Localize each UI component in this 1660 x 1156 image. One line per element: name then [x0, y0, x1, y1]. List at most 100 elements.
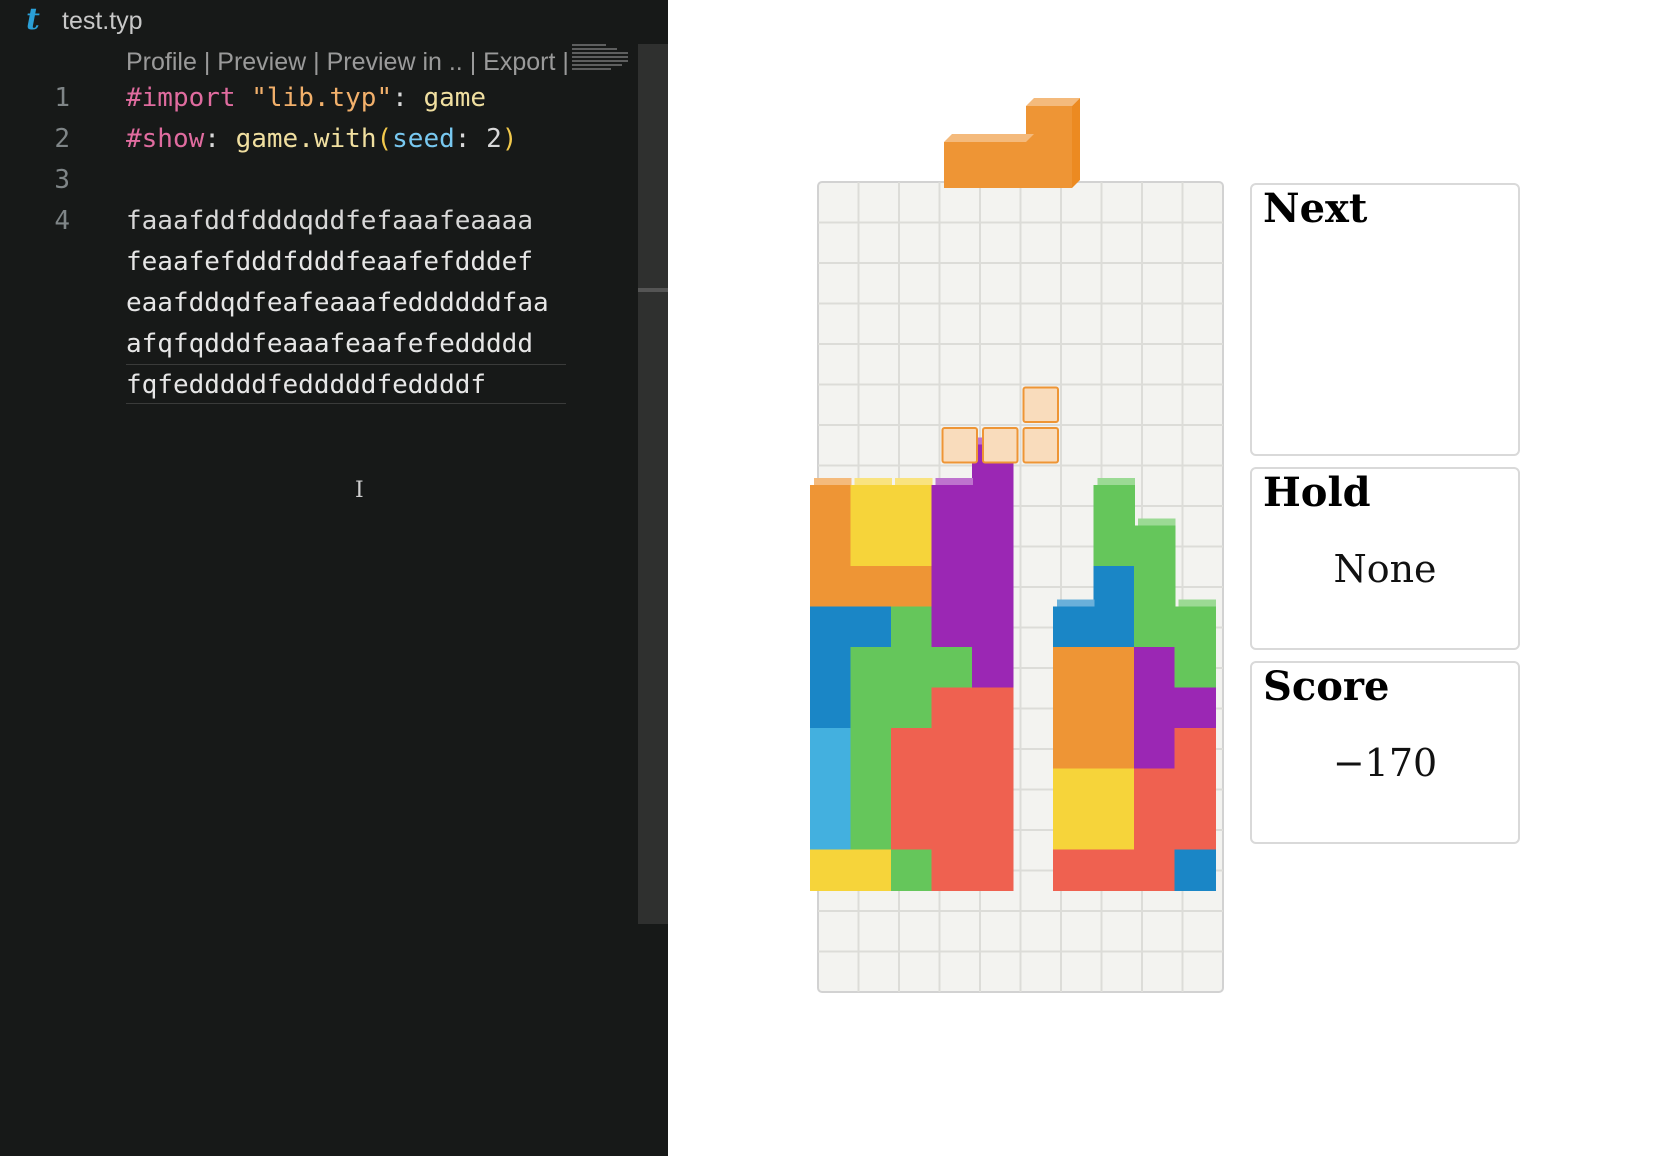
- scrollbar-thumb[interactable]: [638, 288, 668, 292]
- minimap[interactable]: [572, 42, 628, 78]
- codelens-separator: |: [306, 48, 327, 76]
- editor-scrollbar[interactable]: [638, 44, 668, 924]
- block-T: [1174, 687, 1216, 729]
- block-L: [1093, 687, 1135, 729]
- block-T: [931, 525, 973, 567]
- code-text[interactable]: #show: game.with(seed: 2): [126, 119, 517, 160]
- block-Z: [1053, 849, 1095, 891]
- block-I: [810, 768, 852, 810]
- block-Z: [972, 728, 1014, 770]
- block-L: [810, 525, 852, 567]
- block-top-face: [1178, 599, 1216, 607]
- line-number: 4: [54, 206, 70, 236]
- falling-piece-side-face: [1072, 98, 1080, 188]
- falling-piece-body: [1026, 106, 1072, 152]
- code-token: "lib.typ": [251, 83, 393, 113]
- block-L: [810, 485, 852, 527]
- code-line[interactable]: 4 faaafddfdddqddfefaaafeaaaa: [0, 201, 636, 242]
- block-Z: [931, 849, 973, 891]
- code-line[interactable]: 2 #show: game.with(seed: 2): [0, 119, 636, 160]
- block-J: [810, 647, 852, 689]
- ghost-block: [941, 427, 978, 464]
- block-Z: [1174, 768, 1216, 810]
- code-token: #show: [126, 124, 205, 154]
- block-S: [850, 768, 892, 810]
- block-T: [972, 525, 1014, 567]
- block-O: [891, 485, 933, 527]
- codelens-profile[interactable]: Profile: [126, 48, 197, 76]
- block-Z: [972, 687, 1014, 729]
- block-top-face: [895, 478, 933, 485]
- score-panel: Score −170: [1250, 661, 1520, 844]
- block-L: [891, 566, 933, 608]
- code-wrapped-line[interactable]: afqfqdddfeaaafeaafefeddddd: [0, 324, 636, 365]
- block-O: [850, 849, 892, 891]
- codelens-export[interactable]: Export: [483, 48, 555, 76]
- block-I: [810, 728, 852, 770]
- block-L: [1053, 728, 1095, 770]
- code-token: ): [501, 124, 518, 154]
- block-S: [1174, 647, 1216, 689]
- block-Z: [972, 809, 1014, 851]
- editor-tab-filename[interactable]: test.typ: [62, 0, 143, 42]
- typst-logo-icon: t: [26, 2, 40, 37]
- line-number: 2: [54, 124, 70, 154]
- editor-tab-bar: t test.typ: [0, 0, 668, 42]
- block-T: [931, 566, 973, 608]
- block-T: [972, 647, 1014, 689]
- code-wrapped-line[interactable]: eaafddqdfeafeaaafeddddddfaa: [0, 283, 636, 324]
- block-S: [891, 849, 933, 891]
- block-L: [1053, 647, 1095, 689]
- codelens-preview-in[interactable]: Preview in ..: [327, 48, 463, 76]
- ghost-block: [1022, 386, 1059, 423]
- codelens-separator: |: [555, 48, 569, 76]
- code-wrapped-line[interactable]: fqfedddddfedddddfeddddf: [0, 365, 636, 406]
- block-S: [850, 809, 892, 851]
- block-top-face: [1057, 599, 1095, 607]
- block-S: [891, 606, 933, 648]
- code-text[interactable]: #import "lib.typ": game: [126, 78, 486, 119]
- codelens-separator: |: [462, 48, 484, 76]
- code-token: game.with: [235, 124, 377, 154]
- score-title: Score: [1263, 663, 1390, 710]
- block-Z: [931, 809, 973, 851]
- codelens-preview[interactable]: Preview: [217, 48, 306, 76]
- block-top-face: [935, 478, 973, 485]
- block-L: [1053, 687, 1095, 729]
- text-cursor-icon: I: [355, 478, 364, 503]
- code-text[interactable]: faaafddfdddqddfefaaafeaaaa: [126, 201, 533, 242]
- code-token: game: [423, 83, 487, 113]
- code-line[interactable]: 3: [0, 160, 636, 201]
- block-J: [1174, 849, 1216, 891]
- block-S: [1093, 525, 1135, 567]
- block-Z: [891, 728, 933, 770]
- preview-pane: Next Hold None Score −170: [668, 0, 1660, 1156]
- block-Z: [972, 768, 1014, 810]
- block-T: [931, 606, 973, 648]
- block-T: [972, 566, 1014, 608]
- block-S: [1134, 606, 1176, 648]
- next-panel: Next: [1250, 183, 1520, 456]
- block-Z: [972, 849, 1014, 891]
- ghost-block: [1022, 427, 1059, 464]
- block-Z: [931, 768, 973, 810]
- block-O: [1053, 809, 1095, 851]
- next-title: Next: [1263, 185, 1368, 232]
- block-top-face: [814, 478, 852, 485]
- line-number: 3: [54, 165, 70, 195]
- block-T: [931, 485, 973, 527]
- code-area[interactable]: 1 #import "lib.typ": game 2 #show: game.wit…: [0, 78, 636, 406]
- block-top-face: [1138, 518, 1176, 526]
- code-token: #import: [126, 83, 236, 113]
- falling-piece-top-face: [944, 134, 1034, 142]
- code-line[interactable]: 1 #import "lib.typ": game: [0, 78, 636, 119]
- block-S: [931, 647, 973, 689]
- block-J: [1053, 606, 1095, 648]
- block-Z: [931, 687, 973, 729]
- block-J: [1093, 606, 1135, 648]
- block-J: [810, 606, 852, 648]
- code-editor[interactable]: t test.typ Profile | Preview | Preview i…: [0, 0, 668, 1156]
- block-S: [850, 728, 892, 770]
- code-wrapped-line[interactable]: feaafefdddfdddfeaafefdddef: [0, 242, 636, 283]
